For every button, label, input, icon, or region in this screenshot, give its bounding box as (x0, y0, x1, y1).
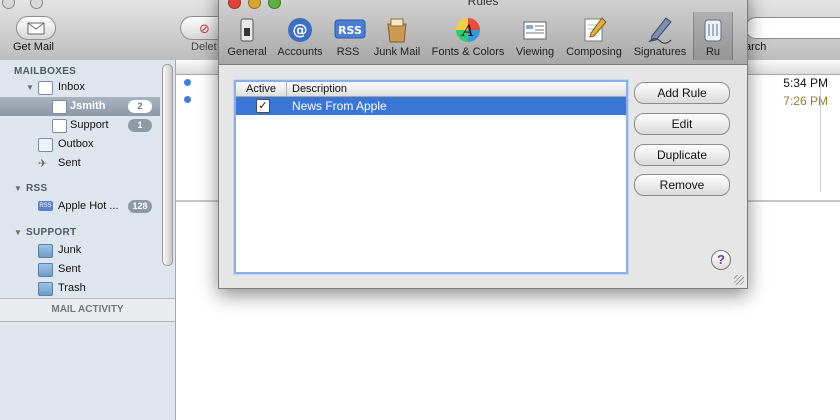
get-mail-button[interactable] (16, 16, 56, 40)
unread-badge: 1 (128, 119, 152, 132)
rules-table-header: Active Description (236, 82, 626, 97)
mail-minimize-button[interactable] (30, 0, 44, 9)
sent-icon: ✈ (38, 158, 48, 170)
unread-dot-icon (184, 79, 191, 86)
column-header-description[interactable]: Description (292, 82, 347, 96)
window-title: Rules (467, 0, 499, 8)
sidebar-item-support[interactable]: Support 1 (0, 116, 160, 135)
tab-fonts-colors[interactable]: A Fonts & Colors (429, 12, 507, 60)
column-header-active[interactable]: Active (236, 82, 287, 96)
search-input[interactable] (745, 17, 840, 39)
rules-preferences-window: Rules General @ Accounts RSS RSS Junk Ma… (218, 0, 748, 289)
account-inbox-icon (52, 100, 67, 114)
preferences-toolbar: Rules General @ Accounts RSS RSS Junk Ma… (219, 0, 747, 65)
folder-icon (38, 282, 53, 296)
delete-button[interactable]: ⊘ (180, 16, 221, 40)
add-rule-button[interactable]: Add Rule (634, 82, 730, 104)
composing-icon (580, 16, 608, 44)
unread-badge: 128 (128, 200, 152, 213)
outbox-icon (38, 138, 53, 152)
mailbox-sidebar: MAILBOXES ▼ Inbox Jsmith 2 Support 1 Out… (0, 60, 176, 420)
resize-grip-icon[interactable] (734, 275, 744, 285)
sidebar-item-label: Support (70, 119, 109, 131)
get-mail-label: Get Mail (13, 41, 54, 53)
sidebar-item-label: Junk (58, 244, 82, 256)
search-label: arch (745, 41, 767, 53)
mail-activity-header[interactable]: MAIL ACTIVITY (0, 298, 175, 322)
sidebar-item-inbox[interactable]: ▼ Inbox (0, 78, 160, 97)
tab-label: Viewing (515, 46, 555, 58)
signatures-icon (646, 16, 674, 44)
help-button[interactable]: ? (711, 250, 731, 270)
delete-label: Delet (191, 41, 217, 53)
unread-dot-icon (184, 96, 191, 103)
tab-label: RSS (336, 46, 360, 58)
rule-description: News From Apple (292, 99, 387, 113)
table-row[interactable]: ✓ News From Apple (236, 97, 626, 115)
tab-general[interactable]: General (227, 12, 267, 60)
disclosure-triangle-icon[interactable]: ▼ (26, 83, 34, 92)
sidebar-item-label: Outbox (58, 138, 94, 150)
sidebar-item-apple-hot-news[interactable]: RSS Apple Hot ... 128 (0, 197, 160, 216)
folder-icon (38, 244, 53, 258)
sidebar-item-support-sent[interactable]: Sent (0, 260, 160, 279)
tab-rules[interactable]: Ru (693, 12, 733, 60)
tab-label: Signatures (633, 46, 687, 58)
svg-text:@: @ (293, 21, 308, 39)
svg-text:A: A (460, 21, 474, 40)
mail-close-button[interactable] (2, 0, 15, 9)
rss-feed-icon: RSS (38, 201, 53, 211)
svg-text:RSS: RSS (338, 24, 362, 37)
support-header: SUPPORT (26, 227, 77, 238)
disclosure-triangle-icon[interactable]: ▼ (14, 228, 22, 237)
sidebar-item-jsmith[interactable]: Jsmith 2 (0, 97, 160, 116)
disclosure-triangle-icon[interactable]: ▼ (14, 184, 22, 193)
duplicate-button[interactable]: Duplicate (634, 144, 730, 166)
delete-icon: ⊘ (199, 21, 210, 36)
message-list-scrollbar[interactable] (820, 82, 829, 192)
sidebar-item-label: Sent (58, 157, 81, 169)
tab-accounts[interactable]: @ Accounts (275, 12, 325, 60)
rule-active-checkbox[interactable]: ✓ (256, 99, 270, 113)
switch-icon (233, 16, 261, 44)
tab-label: Accounts (277, 46, 323, 58)
tab-rss[interactable]: RSS RSS (332, 12, 366, 60)
sidebar-item-junk[interactable]: Junk (0, 241, 160, 260)
sidebar-item-label: Jsmith (70, 100, 106, 112)
tab-label: Ru (705, 46, 721, 58)
sidebar-item-outbox[interactable]: Outbox (0, 135, 160, 154)
remove-button[interactable]: Remove (634, 174, 730, 196)
inbox-icon (38, 81, 53, 95)
sidebar-item-sent[interactable]: ✈ Sent (0, 154, 160, 173)
unread-badge: 2 (128, 100, 152, 113)
sidebar-item-label: Inbox (58, 81, 85, 93)
tab-composing[interactable]: Composing (563, 12, 625, 60)
junk-mail-icon (383, 16, 411, 44)
tab-signatures[interactable]: Signatures (631, 12, 689, 60)
fonts-colors-icon: A (454, 16, 482, 44)
tab-viewing[interactable]: Viewing (513, 12, 557, 60)
sidebar-scrollbar[interactable] (162, 64, 173, 266)
mailboxes-header: MAILBOXES (14, 66, 77, 77)
viewing-icon (521, 16, 549, 44)
tab-label: General (227, 46, 267, 58)
tab-label: Composing (566, 46, 622, 58)
at-sign-icon: @ (286, 16, 314, 44)
mail-window-controls (2, 0, 55, 12)
sidebar-item-label: Trash (58, 282, 86, 294)
rules-table[interactable]: Active Description ✓ News From Apple (234, 80, 628, 274)
rss-header: RSS (26, 183, 48, 194)
rss-icon: RSS (334, 16, 366, 44)
sidebar-item-trash[interactable]: Trash (0, 279, 160, 298)
rules-icon (699, 16, 727, 44)
tab-junk-mail[interactable]: Junk Mail (371, 12, 423, 60)
folder-icon (38, 263, 53, 277)
account-inbox-icon (52, 119, 67, 133)
tab-label: Fonts & Colors (431, 46, 505, 58)
tab-label: Junk Mail (373, 46, 421, 58)
sidebar-item-label: Apple Hot ... (58, 200, 119, 212)
sidebar-item-label: Sent (58, 263, 81, 275)
envelope-icon (27, 22, 45, 34)
edit-button[interactable]: Edit (634, 113, 730, 135)
